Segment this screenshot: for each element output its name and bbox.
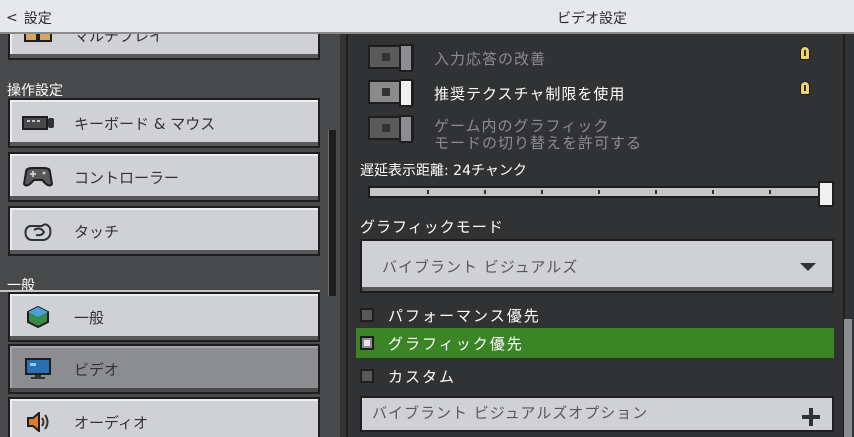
radio-graphics[interactable]: グラフィック優先 <box>356 328 834 358</box>
sidebar-item-label: キーボード & マウス <box>74 114 216 133</box>
gamepad-icon <box>22 164 54 190</box>
toggle-ingame-graphics[interactable] <box>368 115 414 143</box>
vibrant-visuals-options-expander[interactable]: バイブラント ビジュアルズオプション <box>360 396 834 432</box>
sidebar-item-general[interactable]: 一般 <box>8 292 320 342</box>
touch-hand-icon <box>22 218 54 244</box>
render-distance-slider[interactable] <box>368 186 828 198</box>
sidebar-scrollbar-thumb[interactable] <box>328 130 336 296</box>
info-icon[interactable] <box>800 81 810 95</box>
sidebar-item-label: オーディオ <box>74 413 148 432</box>
sidebar-item-label: 一般 <box>74 308 105 327</box>
graphics-mode-value: バイブラント ビジュアルズ <box>382 257 579 276</box>
section-controls: 操作設定 <box>7 83 63 99</box>
sidebar-item-label: ビデオ <box>74 360 120 379</box>
page-title: ビデオ設定 <box>557 11 627 27</box>
plus-icon <box>802 408 820 426</box>
sidebar-item-keyboard-mouse[interactable]: キーボード & マウス <box>8 98 320 148</box>
video-settings-panel: 入力応答の改善 推奨テクスチャ制限を使用 ゲーム内のグラフィック モードの切り替… <box>346 34 854 437</box>
toggle-texture-limit-label: 推奨テクスチャ制限を使用 <box>434 85 626 103</box>
graphics-mode-label: グラフィックモード <box>360 218 504 236</box>
expander-label: バイブラント ビジュアルズオプション <box>372 404 649 422</box>
toggle-ingame-graphics-label: ゲーム内のグラフィック モードの切り替えを許可する <box>434 117 643 152</box>
sidebar-item-multiplayer[interactable]: マルチプレイ <box>8 34 320 60</box>
toggle-input-response-label: 入力応答の改善 <box>434 50 547 68</box>
toggle-input-response[interactable] <box>368 44 414 72</box>
radio-performance[interactable]: パフォーマンス優先 <box>356 300 834 330</box>
graphics-mode-dropdown[interactable]: バイブラント ビジュアルズ <box>360 239 834 293</box>
info-icon[interactable] <box>800 46 810 60</box>
radio-box <box>360 308 374 322</box>
sidebar-item-audio[interactable]: オーディオ <box>8 397 320 437</box>
radio-label: カスタム <box>388 367 457 386</box>
sidebar-item-label: タッチ <box>74 222 120 241</box>
multiplayer-icon <box>22 34 54 48</box>
monitor-icon <box>22 356 54 382</box>
radio-box <box>360 369 374 383</box>
render-distance-slider-thumb[interactable] <box>818 181 834 207</box>
globe-cube-icon <box>22 304 54 330</box>
settings-sidebar: マルチプレイ 操作設定 キーボード & マウス コントローラー タッチ 一般 一… <box>0 34 340 437</box>
toggle-texture-limit[interactable] <box>368 79 414 107</box>
chevron-down-icon <box>800 263 816 271</box>
radio-label: グラフィック優先 <box>388 334 524 353</box>
render-distance-label: 遅延表示距離: 24チャンク <box>360 163 527 179</box>
sidebar-item-controller[interactable]: コントローラー <box>8 152 320 202</box>
sidebar-item-label: マルチプレイ <box>74 34 165 45</box>
panel-scrollbar-thumb[interactable] <box>844 319 852 437</box>
radio-label: パフォーマンス優先 <box>388 306 541 325</box>
keyboard-icon <box>22 110 54 136</box>
sidebar-item-label: コントローラー <box>74 168 180 187</box>
sidebar-item-video[interactable]: ビデオ <box>8 344 320 394</box>
top-bar: < 設定 ビデオ設定 <box>0 0 854 34</box>
sidebar-item-touch[interactable]: タッチ <box>8 206 320 256</box>
radio-custom[interactable]: カスタム <box>356 361 834 391</box>
speaker-icon <box>22 409 54 435</box>
radio-box-selected <box>360 336 374 350</box>
